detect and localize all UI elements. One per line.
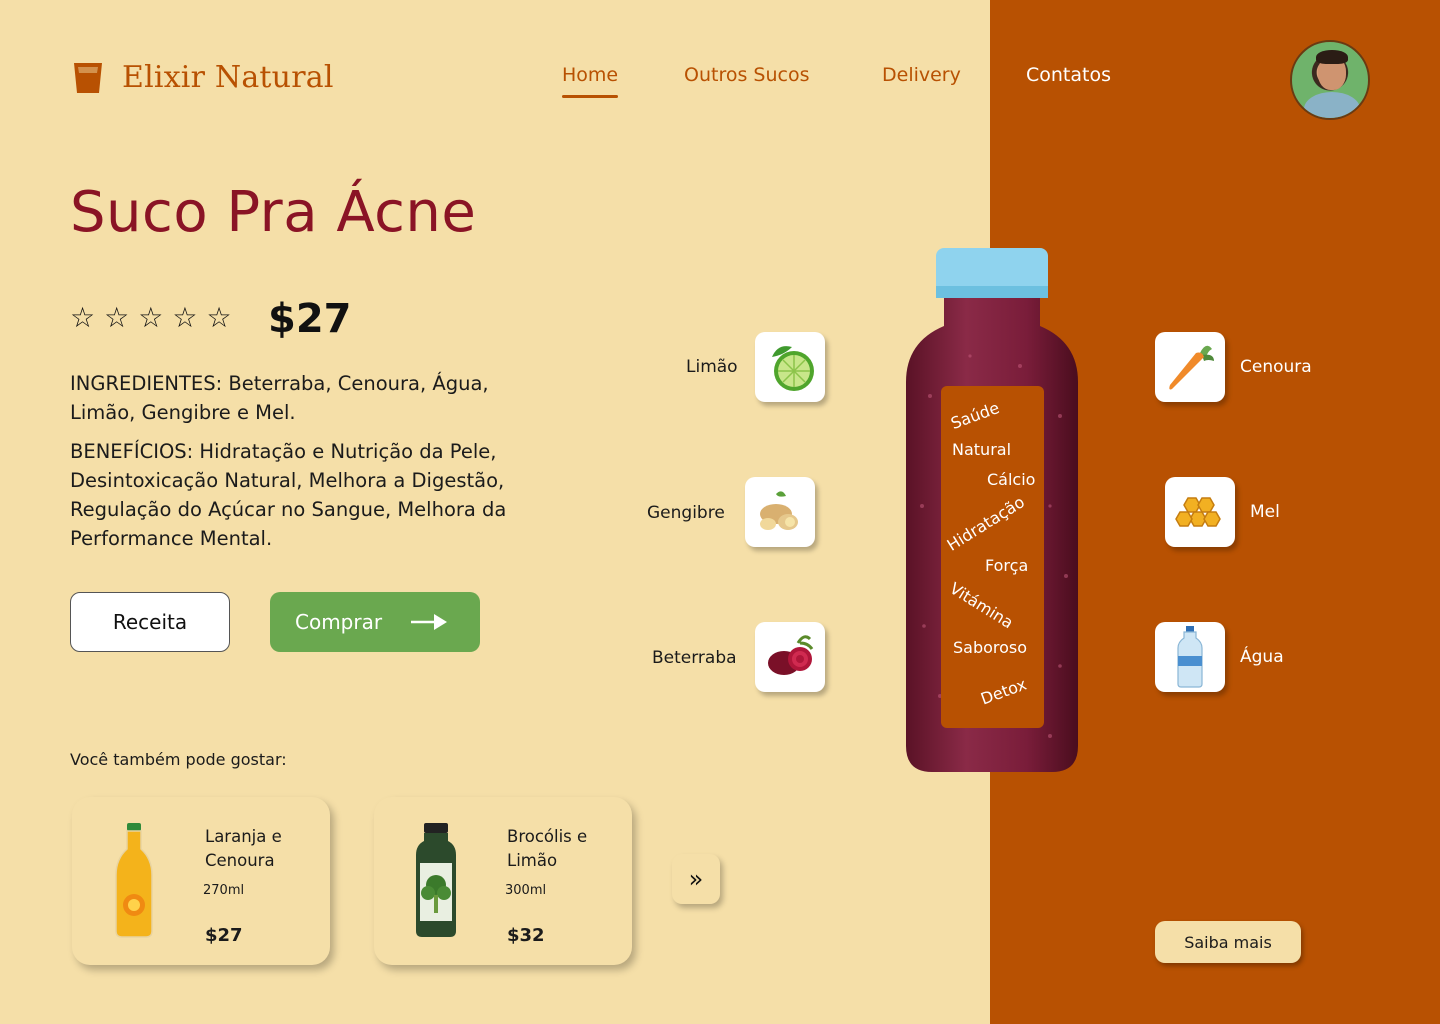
- honey-icon: [1165, 477, 1235, 547]
- ingredient-label-mel: Mel: [1250, 502, 1280, 522]
- lime-icon: [755, 332, 825, 402]
- learn-more-button[interactable]: Saiba mais: [1155, 921, 1301, 963]
- product-card[interactable]: Brocólis e Limão 300ml $32: [374, 797, 632, 965]
- water-bottle-icon: [1155, 622, 1225, 692]
- product-card-name: Brocólis e Limão: [507, 827, 588, 870]
- star-icon[interactable]: ☆: [104, 300, 129, 336]
- ingredient-label-gengibre: Gengibre: [647, 503, 725, 523]
- nav-delivery[interactable]: Delivery: [882, 64, 961, 86]
- product-card-volume: 270ml: [203, 883, 245, 898]
- product-card[interactable]: Laranja e Cenoura 270ml $27: [72, 797, 330, 965]
- benefits-text: BENEFÍCIOS: Hidratação e Nutrição da Pel…: [70, 440, 507, 550]
- nav-contatos[interactable]: Contatos: [1026, 64, 1111, 86]
- ingredients-text: INGREDIENTES: Beterraba, Cenoura, Água, …: [70, 372, 489, 424]
- page-title: Suco Pra Ácne: [70, 180, 477, 245]
- star-icon[interactable]: ☆: [70, 300, 95, 336]
- buy-button[interactable]: Comprar: [270, 592, 480, 652]
- ingredient-label-limao: Limão: [686, 357, 738, 377]
- carrot-icon: [1155, 332, 1225, 402]
- bottle-label-word: Natural: [952, 440, 1012, 459]
- product-card-price: $27: [205, 925, 243, 946]
- ingredient-label-agua: Água: [1240, 647, 1284, 667]
- product-card-name: Laranja e Cenoura: [205, 827, 282, 870]
- glass-icon: [74, 62, 102, 93]
- star-icon[interactable]: ☆: [206, 300, 231, 336]
- bottle-label-word: Força: [985, 556, 1029, 575]
- ingredient-label-cenoura: Cenoura: [1240, 357, 1312, 377]
- beet-icon: [755, 622, 825, 692]
- buy-button-label: Comprar: [295, 610, 383, 634]
- product-card-volume: 300ml: [505, 883, 547, 898]
- brand-name: Elixir Natural: [122, 60, 334, 95]
- recipe-button[interactable]: Receita: [70, 592, 230, 652]
- related-heading: Você também pode gostar:: [70, 750, 287, 769]
- product-price: $27: [268, 296, 352, 342]
- brand-logo[interactable]: Elixir Natural: [72, 60, 334, 95]
- nav-home[interactable]: Home: [562, 64, 619, 98]
- star-icon[interactable]: ☆: [138, 300, 163, 336]
- bottle-label-word: Saboroso: [953, 638, 1028, 657]
- next-products-button[interactable]: »: [672, 854, 720, 904]
- orange-juice-bottle-icon: [115, 823, 153, 938]
- ginger-icon: [745, 477, 815, 547]
- broccoli-juice-bottle-icon: [416, 823, 456, 937]
- avatar[interactable]: [1290, 40, 1370, 120]
- avatar-shirt: [1304, 92, 1360, 118]
- star-icon[interactable]: ☆: [172, 300, 197, 336]
- ingredient-label-beterraba: Beterraba: [652, 648, 737, 668]
- arrow-right-icon: [411, 614, 448, 630]
- nav-outros-sucos[interactable]: Outros Sucos: [684, 64, 809, 86]
- product-card-price: $32: [507, 925, 545, 946]
- avatar-hair: [1316, 50, 1348, 64]
- recipe-button-label: Receita: [112, 610, 188, 634]
- rating-stars[interactable]: ☆ ☆ ☆ ☆ ☆: [70, 300, 232, 336]
- bottle-label-word: Cálcio: [987, 470, 1036, 489]
